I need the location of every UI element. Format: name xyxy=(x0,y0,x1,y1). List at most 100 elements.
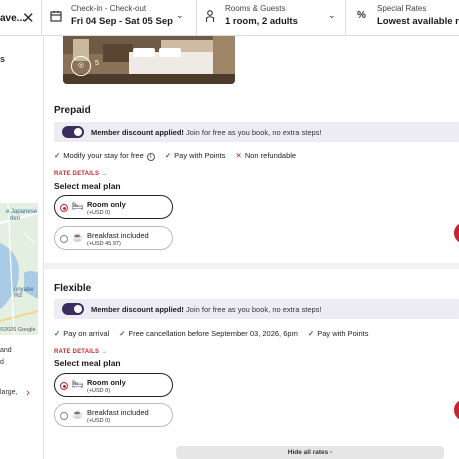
bed-icon: 🛏 xyxy=(72,201,84,211)
meal-option-breakfast[interactable]: ☕ Breakfast included (+USD 45.97) xyxy=(54,226,173,250)
meal-option-breakfast[interactable]: ☕ Breakfast included (+USD 0) xyxy=(54,403,173,427)
map-image xyxy=(0,203,38,335)
arrow-right-icon: → xyxy=(101,171,108,177)
map[interactable]: e Japanese den onyabe Rd ©2026 Google xyxy=(0,203,38,335)
person-icon xyxy=(205,10,215,26)
discount-detail: Join for free as you book, no extra step… xyxy=(183,128,322,137)
map-credit: ©2026 Google xyxy=(0,327,36,333)
dates-selector[interactable]: Check-in - Check-out Fri 04 Sep - Sat 05… xyxy=(71,4,173,27)
feature-item: ✓ Modify your stay for free i xyxy=(54,151,155,161)
check-icon: ✓ xyxy=(164,151,172,160)
bed-icon: 🛏 xyxy=(72,379,84,389)
coffee-cup-icon: ☕ xyxy=(72,232,84,242)
option-name: Breakfast included xyxy=(87,408,149,417)
feature-item: ✓ Free cancellation before September 03, … xyxy=(119,329,298,338)
calendar-icon xyxy=(50,10,62,25)
divider xyxy=(196,0,197,36)
section-divider xyxy=(44,263,459,269)
rate-details-label: RATE DETAILS xyxy=(54,349,100,355)
select-rate-button[interactable] xyxy=(454,222,459,244)
member-discount-toggle[interactable] xyxy=(62,126,84,138)
sidebar-text: large, xyxy=(0,389,18,396)
rate-title: Flexible xyxy=(54,283,92,294)
coffee-cup-icon: ☕ xyxy=(72,409,84,419)
dates-value: Fri 04 Sep - Sat 05 Sep xyxy=(71,16,173,27)
option-price: (+USD 0) xyxy=(87,418,111,424)
discount-text: Member discount applied! Join for free a… xyxy=(91,305,322,314)
sidebar-text: d xyxy=(0,359,4,366)
info-icon[interactable]: i xyxy=(146,153,155,161)
check-icon: ✓ xyxy=(54,329,61,338)
guests-label: Rooms & Guests xyxy=(225,4,286,13)
option-name: Room only xyxy=(87,378,126,387)
arrow-right-icon: → xyxy=(101,349,108,355)
rate-details-link[interactable]: RATE DETAILS → xyxy=(54,349,107,355)
chevron-right-icon[interactable]: › xyxy=(26,387,30,399)
rate-details-link[interactable]: RATE DETAILS → xyxy=(54,171,107,177)
feature-label: Non refundable xyxy=(244,151,297,160)
option-price: (+USD 0) xyxy=(87,210,111,216)
member-discount-toggle[interactable] xyxy=(62,303,84,315)
photo-count: 5 xyxy=(95,60,99,67)
map-label: e Japanese xyxy=(6,209,38,215)
room-photo[interactable]: ◎ 5 xyxy=(63,36,235,84)
check-icon: ✓ xyxy=(54,151,61,160)
guests-value: 1 room, 2 adults xyxy=(225,16,298,27)
radio-button[interactable] xyxy=(60,204,68,212)
check-icon: ✓ xyxy=(307,329,315,338)
feature-label: Pay on arrival xyxy=(63,329,110,338)
member-discount-banner: Member discount applied! Join for free a… xyxy=(54,299,459,319)
meal-option-room-only[interactable]: 🛏 Room only (+USD 0) xyxy=(54,373,173,397)
member-discount-banner: Member discount applied! Join for free a… xyxy=(54,122,459,142)
rate-features: ✓ Modify your stay for free i ✓ Pay with Po… xyxy=(54,151,304,161)
divider xyxy=(345,0,346,36)
close-icon[interactable]: ✕ xyxy=(22,9,35,27)
rates-panel: ◎ 5 Prepaid Member discount applied! Joi… xyxy=(43,36,459,459)
divider xyxy=(41,0,42,36)
meal-plan-title: Select meal plan xyxy=(54,358,121,368)
chevron-down-icon[interactable]: ⌄ xyxy=(176,10,184,21)
chevron-down-icon[interactable]: ⌄ xyxy=(328,10,336,21)
feature-label: Free cancellation before September 03, 2… xyxy=(128,329,298,338)
option-name: Breakfast included xyxy=(87,231,149,240)
feature-item: ✓ Pay with Points xyxy=(165,151,226,160)
discount-detail: Join for free as you book, no extra step… xyxy=(183,305,322,314)
radio-button[interactable] xyxy=(60,382,68,390)
feature-item: ✕ Non refundable xyxy=(236,151,297,160)
option-price: (+USD 45.97) xyxy=(87,241,121,247)
radio-button[interactable] xyxy=(60,412,68,420)
rates-value: Lowest available rat xyxy=(377,16,459,27)
guests-selector[interactable]: Rooms & Guests 1 room, 2 adults xyxy=(225,4,298,27)
feature-label: Modify your stay for free xyxy=(63,151,144,160)
map-label: den xyxy=(10,216,21,222)
feature-label: Pay with Points xyxy=(174,151,226,160)
feature-item: ✓ Pay on arrival xyxy=(54,329,109,338)
discount-text: Member discount applied! Join for free a… xyxy=(91,128,322,137)
radio-button[interactable] xyxy=(60,235,68,243)
check-icon: ✓ xyxy=(119,329,126,338)
cross-icon: ✕ xyxy=(235,151,242,160)
search-bar: ave... ✕ Check-in - Check-out Fri 04 Sep… xyxy=(0,0,459,36)
feature-item: ✓ Pay with Points xyxy=(308,329,369,338)
option-name: Room only xyxy=(87,200,126,209)
dates-label: Check-in - Check-out xyxy=(71,4,147,13)
rate-title: Prepaid xyxy=(54,105,91,116)
sidebar-text: and xyxy=(0,347,12,354)
percent-icon: % xyxy=(357,10,366,21)
map-label: onyabe Rd xyxy=(14,287,34,299)
discount-bold: Member discount applied! xyxy=(91,305,184,314)
rates-label: Special Rates xyxy=(377,4,427,13)
hide-all-rates-button[interactable]: Hide all rates - xyxy=(176,446,444,459)
sidebar: s e Japanese den onyabe Rd ©2026 Google … xyxy=(0,36,38,459)
rate-features: ✓ Pay on arrival ✓ Free cancellation befor… xyxy=(54,329,377,338)
meal-option-room-only[interactable]: 🛏 Room only (+USD 0) xyxy=(54,195,173,219)
select-rate-button[interactable] xyxy=(454,399,459,421)
rate-details-label: RATE DETAILS xyxy=(54,171,100,177)
sidebar-text: s xyxy=(0,54,6,64)
special-rates-selector[interactable]: Special Rates Lowest available rat xyxy=(377,4,459,27)
option-price: (+USD 0) xyxy=(87,388,111,394)
meal-plan-title: Select meal plan xyxy=(54,181,121,191)
feature-label: Pay with Points xyxy=(317,329,369,338)
gallery-icon[interactable]: ◎ xyxy=(71,56,91,76)
discount-bold: Member discount applied! xyxy=(91,128,184,137)
